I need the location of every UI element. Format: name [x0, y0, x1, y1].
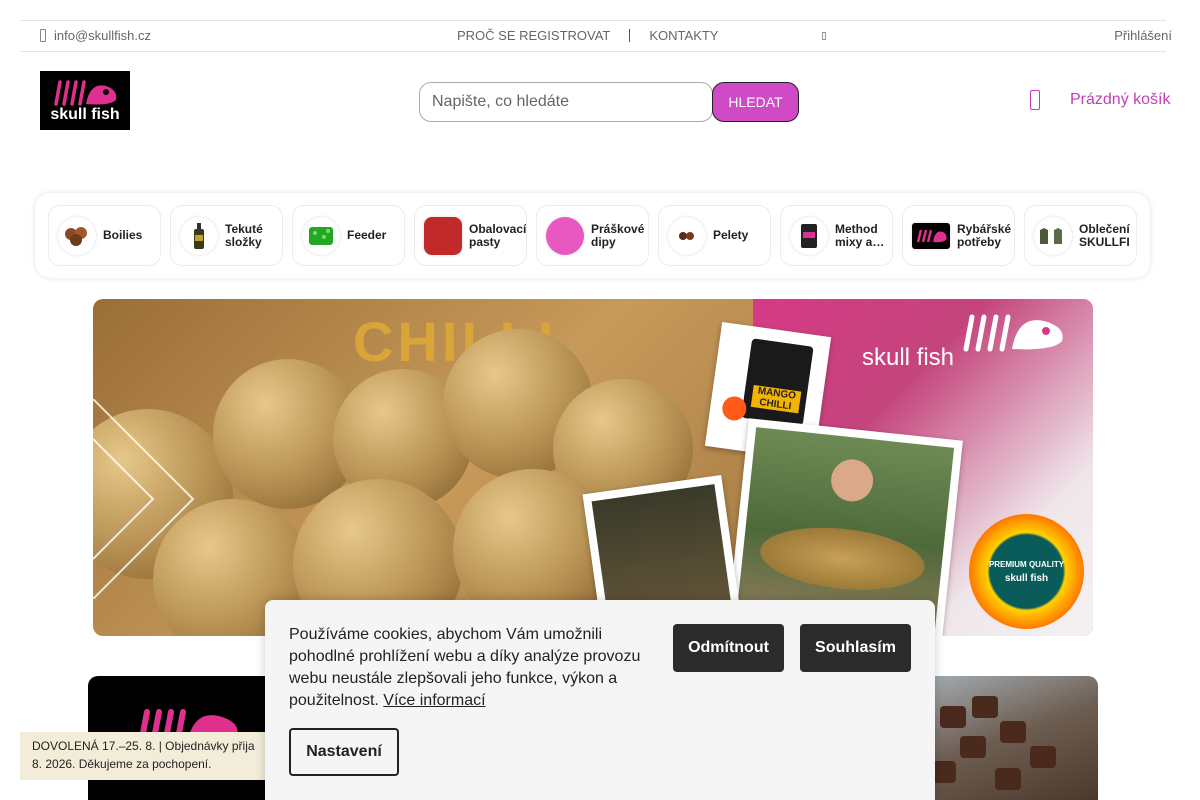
more-icon[interactable]: [822, 32, 826, 40]
top-bar: info@skullfish.cz PROČ SE REGISTROVAT KO…: [20, 20, 1172, 52]
cart-link[interactable]: Prázdný košík: [1030, 90, 1170, 110]
chevron-left-icon[interactable]: [93, 399, 213, 599]
notice-text: DOVOLENÁ 17.–25. 8. | Objednávky přija 8…: [32, 739, 255, 771]
category-label: Method mixy a…: [835, 221, 885, 249]
category-fishing-gear[interactable]: Rybářské potřeby: [902, 205, 1015, 266]
category-pastes[interactable]: Obalovací pasty: [414, 205, 527, 266]
product-jar: [741, 338, 814, 427]
nav-divider: [629, 29, 631, 42]
clothing-icon: [1034, 216, 1072, 255]
pellets-icon: [668, 216, 706, 255]
pellet-image: [995, 768, 1021, 790]
powder-icon: [546, 216, 584, 255]
email-text: info@skullfish.cz: [54, 28, 152, 43]
feeder-icon: [302, 216, 340, 255]
category-label: Boilies: [103, 228, 143, 242]
category-method-mix[interactable]: Method mixy a…: [780, 205, 893, 266]
category-bar: Boilies Tekuté složky Feeder Obalovací p…: [35, 193, 1150, 278]
pellet-image: [1030, 746, 1056, 768]
top-nav: PROČ SE REGISTROVAT KONTAKTY: [457, 28, 718, 43]
phone-icon: [40, 29, 46, 42]
vacation-notice: DOVOLENÁ 17.–25. 8. | Objednávky přija 8…: [20, 732, 270, 780]
category-label: Feeder: [347, 228, 387, 242]
cookie-text-block: Používáme cookies, abychom Vám umožnili …: [289, 624, 649, 712]
category-label: Tekuté složky: [225, 221, 263, 249]
cart-label: Prázdný košík: [1070, 91, 1171, 108]
search-button[interactable]: HLEDAT: [712, 82, 799, 122]
paste-icon: [424, 216, 462, 255]
category-label: Oblečení SKULLFI: [1079, 221, 1130, 249]
pellet-image: [972, 696, 998, 718]
shopping-bag-icon: [1030, 90, 1040, 110]
boilies-icon: [58, 216, 96, 255]
cookie-accept-button[interactable]: Souhlasím: [800, 624, 911, 672]
bottle-icon: [180, 216, 218, 255]
category-label: Pelety: [713, 228, 749, 242]
category-liquids[interactable]: Tekuté složky: [170, 205, 283, 266]
fish-skeleton-icon: [963, 314, 1063, 352]
category-label: Obalovací pasty: [469, 221, 527, 249]
category-feeder[interactable]: Feeder: [292, 205, 405, 266]
contact-email[interactable]: info@skullfish.cz: [40, 28, 151, 43]
nav-why-register[interactable]: PROČ SE REGISTROVAT: [457, 28, 610, 43]
category-clothing[interactable]: Oblečení SKULLFI: [1024, 205, 1137, 266]
logo-text: skull fish: [50, 105, 120, 123]
badge-brand: skull fish: [1004, 572, 1049, 584]
hero-brand-text: skull fish: [862, 344, 955, 371]
cookie-decline-button[interactable]: Odmítnout: [673, 624, 784, 672]
cookie-more-info-link[interactable]: Více informací: [383, 692, 485, 709]
login-link[interactable]: Přihlášení: [1114, 28, 1172, 43]
cookie-consent: Používáme cookies, abychom Vám umožnili …: [265, 600, 935, 800]
pellet-image: [940, 706, 966, 728]
cookie-settings-button[interactable]: Nastavení: [289, 728, 399, 776]
category-pellets[interactable]: Pelety: [658, 205, 771, 266]
category-dips[interactable]: Práškové dipy: [536, 205, 649, 266]
site-logo[interactable]: skull fish: [40, 71, 130, 130]
fishing-gear-icon: [912, 222, 950, 249]
pellet-image: [1000, 721, 1026, 743]
pellet-image: [960, 736, 986, 758]
premium-quality-badge: PREMIUM QUALITY skull fish: [969, 514, 1084, 629]
fish-skeleton-icon: [54, 79, 117, 106]
nav-contacts[interactable]: KONTAKTY: [649, 28, 718, 43]
category-label: Práškové dipy: [591, 221, 645, 249]
method-mix-icon: [790, 216, 828, 255]
badge-text: PREMIUM QUALITY: [988, 559, 1065, 569]
search-input[interactable]: [419, 82, 713, 122]
category-label: Rybářské potřeby: [957, 221, 1012, 249]
category-boilies[interactable]: Boilies: [48, 205, 161, 266]
